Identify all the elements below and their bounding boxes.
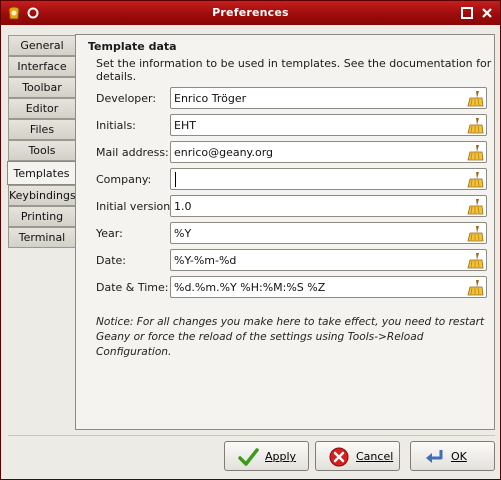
return-arrow-icon (426, 450, 443, 463)
broom-icon[interactable] (466, 252, 484, 269)
broom-icon[interactable] (466, 117, 484, 134)
tab-general[interactable]: General (8, 35, 75, 56)
checkmark-icon (238, 448, 259, 466)
broom-icon[interactable] (466, 279, 484, 296)
tab-editor[interactable]: Editor (8, 98, 75, 119)
tab-keybindings[interactable]: Keybindings (8, 185, 76, 206)
initial-version-field[interactable] (170, 195, 487, 217)
broom-icon[interactable] (466, 171, 484, 188)
broom-icon[interactable] (466, 144, 484, 161)
cancel-button[interactable]: Cancel (315, 441, 400, 471)
initials-field[interactable] (170, 114, 487, 136)
mail-address-field[interactable] (170, 141, 487, 163)
maximize-icon[interactable] (459, 5, 475, 21)
company-field[interactable] (170, 168, 487, 190)
title-bar[interactable]: Preferences (1, 1, 500, 25)
company-input[interactable] (174, 171, 459, 187)
tab-files[interactable]: Files (8, 119, 75, 140)
apply-label: Apply (265, 450, 297, 463)
date-field[interactable] (170, 249, 487, 271)
tab-printing[interactable]: Printing (8, 206, 75, 227)
initials-label: Initials: (96, 119, 136, 132)
close-icon[interactable] (479, 5, 495, 21)
broom-icon[interactable] (466, 225, 484, 242)
apply-button[interactable]: Apply (224, 441, 309, 471)
year-input[interactable] (174, 225, 459, 241)
broom-icon[interactable] (466, 198, 484, 215)
section-description: Set the information to be used in templa… (96, 57, 492, 83)
broom-icon[interactable] (466, 90, 484, 107)
initial-version-input[interactable] (174, 198, 459, 214)
year-field[interactable] (170, 222, 487, 244)
initials-input[interactable] (174, 117, 459, 133)
date-time-input[interactable] (174, 279, 459, 295)
developer-label: Developer: (96, 92, 157, 105)
ok-button[interactable]: OK (410, 441, 495, 471)
cancel-icon (329, 447, 349, 467)
developer-input[interactable] (174, 90, 459, 106)
tab-tools[interactable]: Tools (8, 140, 75, 161)
templates-panel: Template data Set the information to be … (75, 34, 495, 430)
date-time-label: Date & Time: (96, 281, 169, 294)
date-input[interactable] (174, 252, 459, 268)
window-title: Preferences (212, 6, 289, 19)
preferences-tabs: General Interface Toolbar Editor Files T… (7, 35, 76, 248)
company-label: Company: (96, 173, 152, 186)
section-title: Template data (88, 40, 177, 53)
ok-label: OK (451, 450, 467, 463)
notice-text: Notice: For all changes you make here to… (96, 316, 485, 358)
tab-interface[interactable]: Interface (8, 56, 75, 77)
separator (8, 435, 495, 436)
year-label: Year: (96, 227, 123, 240)
tab-toolbar[interactable]: Toolbar (8, 77, 75, 98)
date-label: Date: (96, 254, 126, 267)
cancel-label: Cancel (356, 450, 394, 463)
date-time-field[interactable] (170, 276, 487, 298)
preferences-window: Preferences General Interface Toolbar Ed… (0, 0, 501, 480)
tab-terminal[interactable]: Terminal (8, 227, 75, 248)
initial-version-label: Initial version: (96, 200, 174, 213)
mail-address-input[interactable] (174, 144, 459, 160)
tab-templates[interactable]: Templates (7, 161, 75, 185)
mail-address-label: Mail address: (96, 146, 169, 159)
developer-field[interactable] (170, 87, 487, 109)
